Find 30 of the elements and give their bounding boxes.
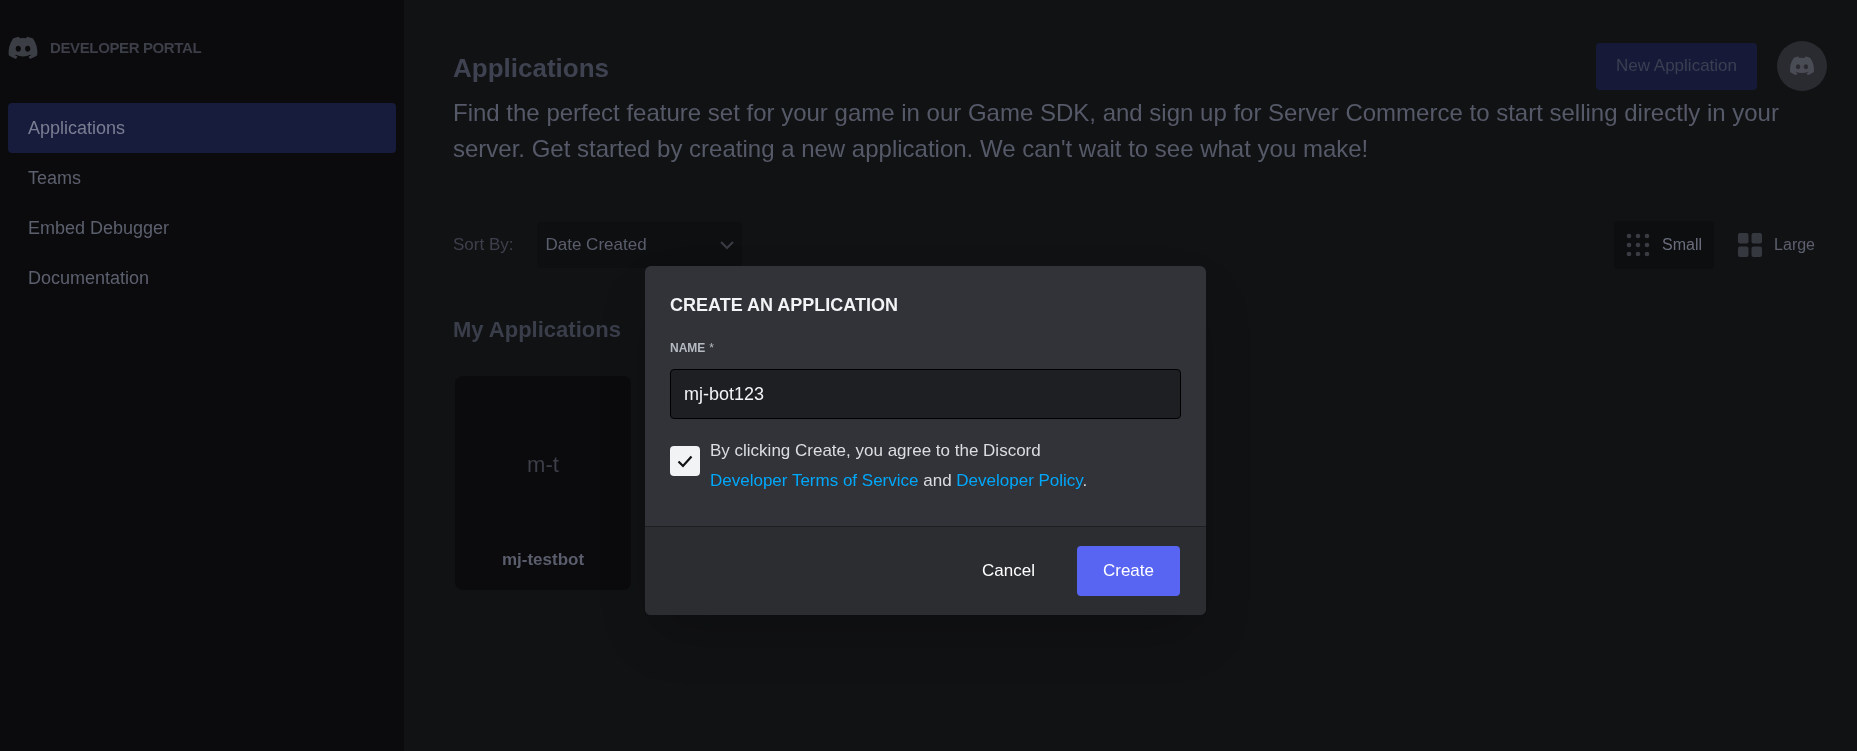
- small-grid-icon: [1626, 233, 1651, 257]
- checkmark-icon: [677, 454, 693, 468]
- create-button[interactable]: Create: [1076, 546, 1180, 596]
- logo-icon: [1789, 56, 1815, 76]
- sidebar-item[interactable]: Applications: [8, 103, 396, 153]
- description: Find the perfect feature set for your game in our Game SDK, and sign up for Server Commerce to start selling directly in your server. Get started by creating a new application. We can't wait to see what you make!: [453, 98, 1780, 164]
- dialog-title: CREATE AN APPLICATION: [670, 294, 899, 317]
- chevron-down-icon: [720, 240, 735, 250]
- agreement-checkbox[interactable]: [670, 446, 700, 476]
- cancel-button[interactable]: Cancel: [956, 546, 1061, 596]
- sidebar-item[interactable]: Documentation: [8, 253, 396, 303]
- required-mark: *: [709, 340, 714, 357]
- view-toggle[interactable]: Small: [1614, 221, 1715, 269]
- page-title: Applications: [453, 52, 609, 85]
- sidebar-item[interactable]: Teams: [8, 153, 396, 203]
- app-initials: m-t: [527, 451, 559, 479]
- agreement-text: By clicking Create, you agree to the Discord Developer Terms of Service and Developer Policy.: [710, 440, 1089, 492]
- large-grid-icon: [1738, 233, 1763, 257]
- app-name: mj-testbot: [501, 548, 585, 571]
- application-card[interactable]: m-t mj-testbot: [455, 376, 631, 590]
- agreement-link[interactable]: Developer Terms of Service: [710, 471, 919, 490]
- logo-icon: [8, 36, 38, 60]
- view-toggle[interactable]: Large: [1726, 221, 1827, 269]
- portal-title: DEVELOPER PORTAL: [50, 37, 202, 58]
- agreement-link[interactable]: Developer Policy: [956, 471, 1083, 490]
- name-input[interactable]: mj-bot123: [670, 369, 1181, 419]
- sort-dropdown[interactable]: Date Created: [537, 222, 743, 268]
- sort-label: Sort By:: [453, 234, 514, 257]
- field-label: NAME: [670, 340, 706, 357]
- sidebar-item[interactable]: Embed Debugger: [8, 203, 396, 253]
